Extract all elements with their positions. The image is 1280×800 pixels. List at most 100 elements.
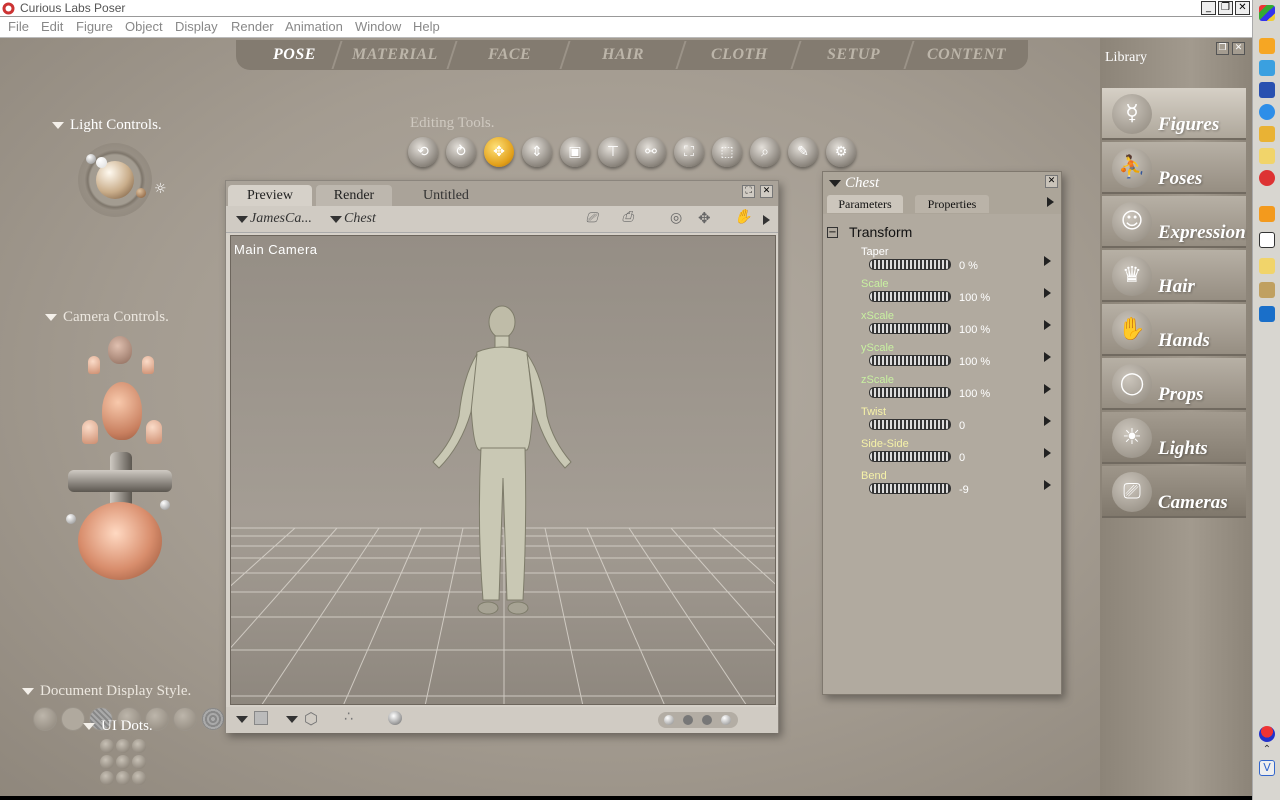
grouping-tool-icon[interactable]: ⬚ — [712, 137, 742, 167]
menu-edit[interactable]: Edit — [41, 19, 63, 34]
menu-display[interactable]: Display — [175, 19, 218, 34]
display-smooth-shaded-button[interactable] — [201, 707, 225, 731]
menu-render[interactable]: Render — [231, 19, 274, 34]
parameter-dial[interactable] — [869, 451, 951, 462]
light-controls-header[interactable]: Light Controls. — [52, 117, 162, 134]
parameter-dial[interactable] — [869, 259, 951, 270]
library-close-icon[interactable]: ✕ — [1232, 42, 1245, 55]
parameter-menu-arrow-icon[interactable] — [1044, 416, 1051, 426]
collapse-triangle-icon[interactable] — [829, 180, 841, 187]
tab-hair[interactable]: HAIR — [559, 41, 685, 69]
left-hand-camera-icon[interactable] — [88, 356, 100, 374]
close-icon[interactable]: ✕ — [760, 185, 773, 198]
library-item-expression[interactable]: ☺ Expression — [1102, 196, 1246, 248]
parameter-value[interactable]: 100 % — [959, 324, 990, 336]
ui-dots-header[interactable]: UI Dots. — [83, 718, 153, 735]
parameter-dial[interactable] — [869, 323, 951, 334]
face-camera-icon[interactable] — [108, 336, 132, 364]
camera-dot[interactable] — [160, 500, 170, 510]
render-sphere-icon[interactable] — [388, 711, 402, 725]
document-display-header[interactable]: Document Display Style. — [22, 683, 191, 700]
parameter-dial[interactable] — [869, 419, 951, 430]
ui-dot[interactable] — [132, 739, 146, 753]
camera-trackball[interactable] — [78, 502, 162, 580]
parameter-menu-arrow-icon[interactable] — [1044, 352, 1051, 362]
parameter-value[interactable]: 0 — [959, 452, 965, 464]
light-dot-selected[interactable] — [96, 157, 107, 168]
taper-tool-icon[interactable]: ⊤ — [598, 137, 628, 167]
ui-dot[interactable] — [132, 755, 146, 769]
ui-dot[interactable] — [100, 755, 114, 769]
parameter-menu-arrow-icon[interactable] — [1044, 288, 1051, 298]
parameter-menu-arrow-icon[interactable] — [1044, 320, 1051, 330]
folder-icon[interactable] — [1259, 148, 1275, 164]
library-item-poses[interactable]: ⛹ Poses — [1102, 142, 1246, 194]
parameter-value[interactable]: 0 % — [959, 260, 978, 272]
menu-object[interactable]: Object — [125, 19, 163, 34]
ui-dot[interactable] — [132, 771, 146, 785]
display-menu-triangle-icon[interactable] — [236, 716, 248, 723]
right-hand-icon[interactable] — [146, 420, 162, 444]
move-icon[interactable]: ✥ — [698, 209, 711, 227]
ui-dot[interactable] — [116, 739, 130, 753]
start-icon[interactable] — [1259, 5, 1275, 21]
menu-file[interactable]: File — [8, 19, 29, 34]
camera-dot[interactable] — [66, 514, 76, 524]
tab-material[interactable]: MATERIAL — [331, 41, 457, 69]
parameter-value[interactable]: -9 — [959, 484, 969, 496]
parameter-value[interactable]: 100 % — [959, 356, 990, 368]
library-item-cameras[interactable]: ⎚ Cameras — [1102, 466, 1246, 518]
tab-preview[interactable]: Preview — [228, 185, 312, 206]
scene-viewport[interactable]: Main Camera — [230, 235, 776, 705]
parameter-value[interactable]: 100 % — [959, 292, 990, 304]
app-icon[interactable] — [1259, 104, 1275, 120]
display-flat-shaded-button[interactable] — [173, 707, 197, 731]
tab-content[interactable]: CONTENT — [903, 41, 1029, 69]
parameter-value[interactable]: 100 % — [959, 388, 990, 400]
ground-square-icon[interactable] — [254, 711, 268, 725]
right-hand-camera-icon[interactable] — [142, 356, 154, 374]
parameter-dial[interactable] — [869, 483, 951, 494]
ime-icon[interactable]: V — [1259, 760, 1275, 776]
preset-dot[interactable] — [664, 715, 674, 725]
direct-manipulation-icon[interactable]: ⚙ — [826, 137, 856, 167]
parameter-dial[interactable] — [869, 291, 951, 302]
morphing-tool-icon[interactable]: ✎ — [788, 137, 818, 167]
color-tool-icon[interactable]: ⛶ — [674, 137, 704, 167]
light-properties-icon[interactable]: ☼ — [154, 181, 167, 197]
camera-controls-header[interactable]: Camera Controls. — [45, 309, 169, 326]
twist-tool-icon[interactable]: ⥁ — [446, 137, 476, 167]
style-menu-triangle-icon[interactable] — [286, 716, 298, 723]
library-item-props[interactable]: ◯ Props — [1102, 358, 1246, 410]
parameter-menu-arrow-icon[interactable] — [1044, 448, 1051, 458]
scale-tool-icon[interactable]: ▣ — [560, 137, 590, 167]
app-icon[interactable] — [1259, 38, 1275, 54]
tab-properties[interactable]: Properties — [915, 195, 989, 213]
parameter-menu-arrow-icon[interactable] — [1044, 480, 1051, 490]
close-button[interactable]: ✕ — [1235, 1, 1250, 15]
actor-menu[interactable]: Chest — [344, 211, 376, 227]
parameters-menu-arrow-icon[interactable] — [1047, 197, 1054, 207]
chain-break-tool-icon[interactable]: ⚯ — [636, 137, 666, 167]
ui-dot[interactable] — [100, 771, 114, 785]
parameter-value[interactable]: 0 — [959, 420, 965, 432]
poser-task-icon[interactable] — [1259, 232, 1275, 248]
app-icon[interactable] — [1259, 126, 1275, 142]
tab-face[interactable]: FACE — [446, 41, 572, 69]
display-silhouette-button[interactable] — [33, 707, 57, 731]
light-dot[interactable] — [136, 188, 146, 198]
tab-setup[interactable]: SETUP — [790, 41, 916, 69]
app-icon[interactable] — [1259, 306, 1275, 322]
move-xz-control[interactable] — [68, 470, 172, 492]
main-camera-head-icon[interactable] — [102, 382, 142, 440]
parameter-menu-arrow-icon[interactable] — [1044, 384, 1051, 394]
ui-dot[interactable] — [116, 771, 130, 785]
view-magnifier-icon[interactable]: ⌕ — [750, 137, 780, 167]
rotate-tool-icon[interactable]: ⟲ — [408, 137, 438, 167]
library-expand-icon[interactable]: ❐ — [1216, 42, 1229, 55]
library-item-lights[interactable]: ☀ Lights — [1102, 412, 1246, 464]
preset-dot[interactable] — [721, 715, 731, 725]
display-outline-button[interactable] — [61, 707, 85, 731]
menu-help[interactable]: Help — [413, 19, 440, 34]
ui-dot[interactable] — [116, 755, 130, 769]
